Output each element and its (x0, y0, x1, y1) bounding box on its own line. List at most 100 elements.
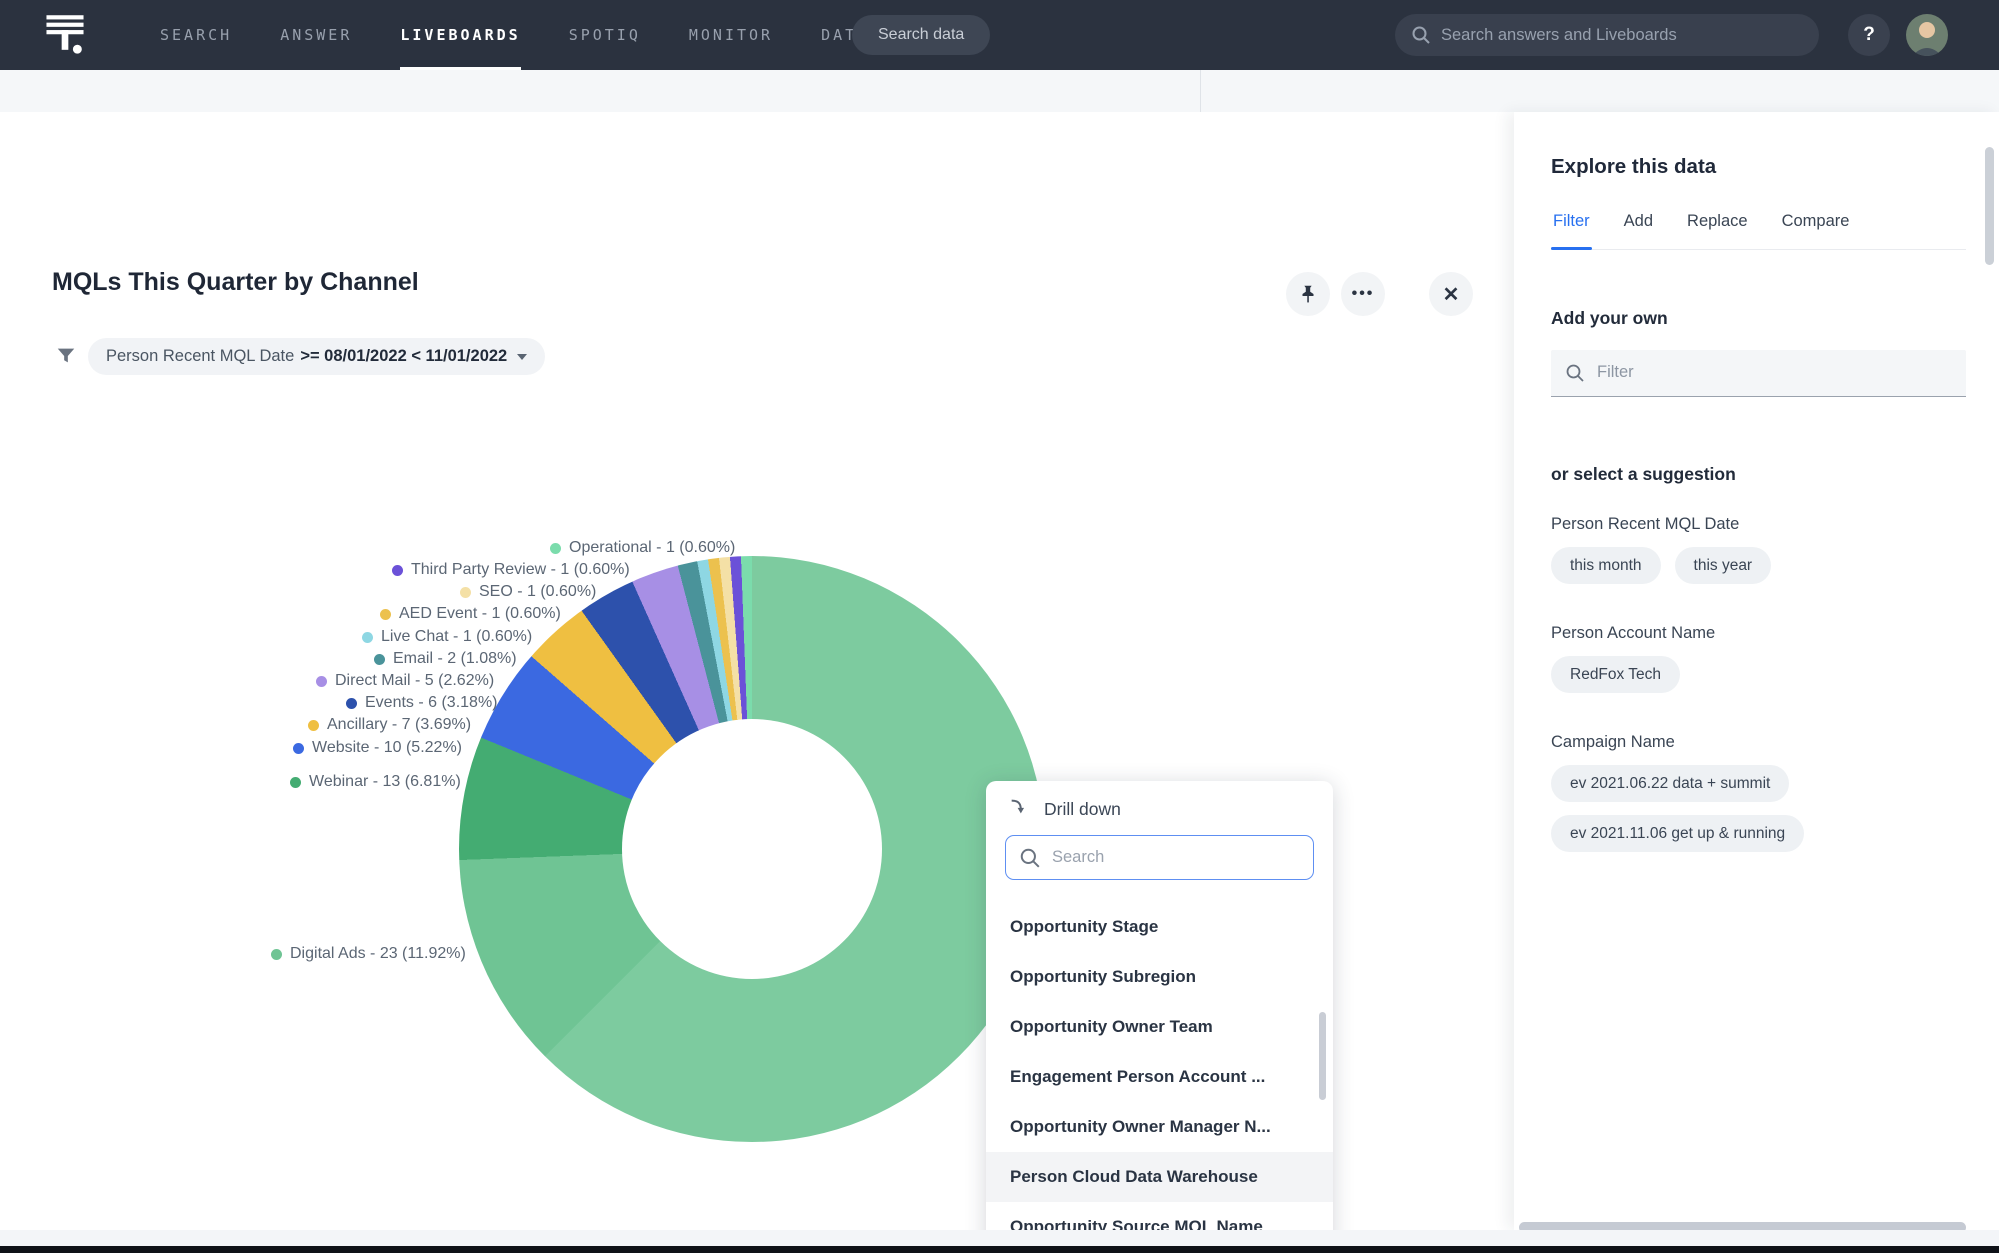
drilldown-title: Drill down (1044, 799, 1121, 819)
legend-item[interactable]: SEO - 1 (0.60%) (460, 583, 596, 601)
legend-item[interactable]: Website - 10 (5.22%) (293, 739, 462, 757)
legend-dot-icon (271, 948, 282, 960)
top-navbar: SEARCH ANSWER LIVEBOARDS SPOTIQ MONITOR DATA … (0, 0, 1999, 70)
chevron-down-icon (517, 353, 528, 360)
suggestion-chip[interactable]: ev 2021.11.06 get up & running (1551, 815, 1805, 852)
explore-tabs: Filter Add Replace Compare (1551, 212, 1966, 250)
suggestion-field-label: Person Account Name (1551, 624, 1716, 642)
suggestion-chips: this month this year (1551, 547, 1971, 584)
explore-panel: Explore this data Filter Add Replace Com… (1514, 112, 1999, 1233)
legend-item[interactable]: Operational - 1 (0.60%) (550, 539, 735, 557)
suggestion-groups: Person Recent MQL Date this month this yea… (1551, 515, 1981, 892)
footer-strip (0, 1230, 1999, 1246)
legend-item[interactable]: Webinar - 13 (6.81%) (290, 773, 461, 791)
legend-dot-icon (460, 586, 471, 598)
legend-item[interactable]: Live Chat - 1 (0.60%) (362, 628, 532, 646)
strip-divider (1200, 70, 1201, 112)
legend-dot-icon (308, 719, 319, 731)
panel-filter-input[interactable] (1597, 350, 1957, 395)
drilldown-search[interactable] (1005, 835, 1314, 880)
suggestion-field-label: Person Recent MQL Date (1551, 515, 1740, 533)
legend-dot-icon (392, 564, 403, 576)
suggestion-heading: or select a suggestion (1551, 464, 1736, 484)
legend-label: Email - 2 (1.08%) (393, 650, 517, 667)
legend-label: Website - 10 (5.22%) (312, 739, 462, 756)
legend-item[interactable]: Ancillary - 7 (3.69%) (308, 716, 471, 734)
legend-label: Direct Mail - 5 (2.62%) (335, 672, 495, 689)
nav-item-answer[interactable]: ANSWER (280, 0, 352, 70)
legend-item[interactable]: Direct Mail - 5 (2.62%) (316, 672, 494, 690)
footer-bar (0, 1246, 1999, 1253)
suggestion-chips: ev 2021.06.22 data + summit ev 2021.11.06… (1551, 765, 1971, 852)
suggestion-chip[interactable]: ev 2021.06.22 data + summit (1551, 765, 1790, 802)
drilldown-popup: Drill down Opportunity StageOpportunity … (986, 781, 1333, 1253)
tab-add[interactable]: Add (1622, 212, 1655, 249)
chart-card: MQLs This Quarter by Channel ••• ✕ Perso… (0, 112, 1514, 1253)
filter-chip-field: Person Recent MQL Date (106, 347, 295, 365)
legend-item[interactable]: AED Event - 1 (0.60%) (380, 605, 561, 623)
legend-label: SEO - 1 (0.60%) (479, 583, 597, 600)
global-search-input[interactable] (1441, 14, 1811, 56)
tab-replace[interactable]: Replace (1685, 212, 1750, 249)
filter-funnel-icon (55, 345, 77, 372)
donut-hole (622, 719, 882, 979)
drilldown-item[interactable]: Opportunity Stage (986, 902, 1333, 952)
legend-item[interactable]: Digital Ads - 23 (11.92%) (271, 945, 466, 963)
donut-chart[interactable] (459, 556, 1045, 1142)
more-options-icon[interactable]: ••• (1341, 272, 1385, 316)
page: SEARCH ANSWER LIVEBOARDS SPOTIQ MONITOR DATA … (0, 0, 1999, 1253)
tab-compare[interactable]: Compare (1780, 212, 1852, 249)
suggestion-chip[interactable]: this month (1551, 547, 1661, 584)
legend-label: Ancillary - 7 (3.69%) (327, 716, 472, 733)
suggestion-chips: RedFox Tech (1551, 656, 1971, 693)
nav-item-spotiq[interactable]: SPOTIQ (569, 0, 641, 70)
pin-button[interactable] (1286, 272, 1330, 316)
panel-filter-field[interactable] (1551, 350, 1966, 397)
drilldown-item[interactable]: Opportunity Subregion (986, 952, 1333, 1002)
suggestion-field-label: Campaign Name (1551, 733, 1675, 751)
drilldown-item[interactable]: Opportunity Owner Team (986, 1002, 1333, 1052)
legend-item[interactable]: Email - 2 (1.08%) (374, 650, 517, 668)
filter-chip[interactable]: Person Recent MQL Date >= 08/01/2022 < 1… (88, 338, 546, 375)
legend-label: AED Event - 1 (0.60%) (399, 605, 561, 622)
legend-dot-icon (380, 608, 391, 620)
drilldown-item[interactable]: Opportunity Owner Manager N... (986, 1102, 1333, 1152)
legend-label: Operational - 1 (0.60%) (569, 539, 736, 556)
nav-item-search[interactable]: SEARCH (160, 0, 232, 70)
nav-item-monitor[interactable]: MONITOR (689, 0, 773, 70)
thoughtspot-logo-icon[interactable] (44, 14, 86, 56)
search-data-button[interactable]: Search data (852, 15, 991, 55)
chart-title: MQLs This Quarter by Channel (52, 268, 419, 296)
global-search[interactable] (1395, 14, 1819, 56)
help-button[interactable]: ? (1848, 14, 1890, 56)
suggestion-chip[interactable]: RedFox Tech (1551, 656, 1681, 693)
suggestion-chip[interactable]: this year (1674, 547, 1772, 584)
tab-filter[interactable]: Filter (1551, 212, 1592, 250)
legend-label: Live Chat - 1 (0.60%) (381, 628, 533, 645)
legend-dot-icon (362, 631, 373, 643)
user-avatar[interactable] (1906, 14, 1948, 56)
legend-label: Events - 6 (3.18%) (365, 694, 498, 711)
drilldown-scrollbar[interactable] (1319, 1012, 1326, 1100)
legend-dot-icon (290, 776, 301, 788)
legend-label: Third Party Review - 1 (0.60%) (411, 561, 630, 578)
legend-dot-icon (550, 542, 561, 554)
drilldown-item[interactable]: Engagement Person Account ... (986, 1052, 1333, 1102)
drilldown-header: Drill down (1008, 796, 1121, 823)
explore-panel-title: Explore this data (1551, 155, 1717, 178)
drilldown-arrow-icon (1008, 796, 1030, 823)
legend-dot-icon (293, 742, 304, 754)
liveboard-strip (0, 70, 1999, 112)
legend-label: Webinar - 13 (6.81%) (309, 773, 461, 790)
legend-dot-icon (316, 675, 327, 687)
legend-item[interactable]: Events - 6 (3.18%) (346, 694, 498, 712)
add-your-own-heading: Add your own (1551, 308, 1668, 328)
drilldown-search-input[interactable] (1052, 836, 1307, 878)
close-icon[interactable]: ✕ (1429, 272, 1473, 316)
legend-dot-icon (374, 653, 385, 665)
legend-item[interactable]: Third Party Review - 1 (0.60%) (392, 561, 630, 579)
drilldown-item[interactable]: Person Cloud Data Warehouse (986, 1152, 1333, 1202)
nav-menu: SEARCH ANSWER LIVEBOARDS SPOTIQ MONITOR DATA (160, 0, 869, 70)
panel-vertical-scrollbar[interactable] (1985, 147, 1994, 265)
nav-item-liveboards[interactable]: LIVEBOARDS (400, 0, 521, 70)
